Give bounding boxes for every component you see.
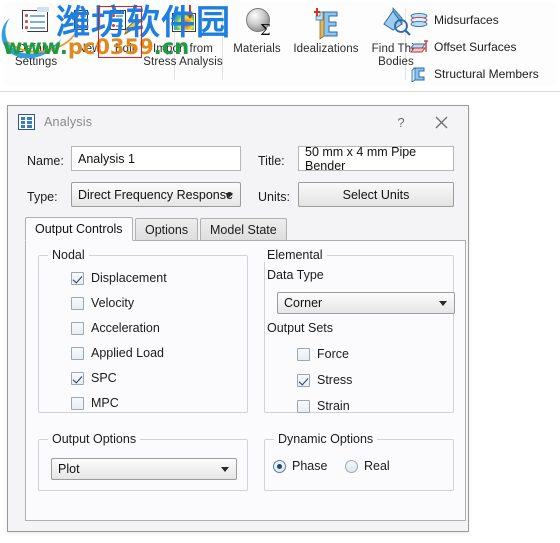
- checkbox-spc[interactable]: SPC: [71, 370, 117, 386]
- ribbon-label-idealizations: Idealizations: [293, 43, 359, 55]
- output-sets-label: Output Sets: [267, 321, 334, 335]
- dialog-title: Analysis: [44, 115, 93, 129]
- checkbox-acceleration-label: Acceleration: [91, 321, 160, 335]
- checkbox-displacement-label: Displacement: [91, 271, 167, 285]
- close-icon[interactable]: [428, 112, 454, 132]
- analysis-dialog: Analysis ? Name: Analysis 1 Title: 50 mm…: [7, 105, 469, 532]
- checkbox-velocity-box[interactable]: [71, 296, 84, 310]
- checkbox-applied-load-box[interactable]: [71, 346, 84, 360]
- checkbox-applied-load-label: Applied Load: [91, 346, 164, 360]
- ribbon-toolbar: Default Settings New Edit Import from St…: [0, 0, 560, 92]
- checkbox-force-label: Force: [317, 347, 349, 361]
- type-select[interactable]: Direct Frequency Response: [71, 182, 241, 207]
- tab-model-state[interactable]: Model State: [200, 218, 287, 240]
- checkbox-strain-label: Strain: [317, 399, 350, 413]
- checkbox-strain[interactable]: Strain: [297, 398, 350, 414]
- materials-sphere-icon: Σ: [240, 6, 274, 40]
- midsurfaces-label: Midsurfaces: [434, 13, 499, 27]
- ribbon-label-new: New: [77, 43, 101, 55]
- type-label: Type:: [27, 190, 58, 204]
- checkbox-mpc[interactable]: MPC: [71, 395, 119, 411]
- checkbox-velocity-label: Velocity: [91, 296, 135, 310]
- output-options-select-value: Plot: [58, 462, 80, 476]
- offset-surfaces-icon: [410, 39, 428, 55]
- structural-members-icon: [410, 66, 428, 83]
- ribbon-button-idealizations[interactable]: Idealizations: [288, 2, 364, 56]
- ribbon-button-offset-surfaces[interactable]: Offset Surfaces: [410, 36, 516, 58]
- checkbox-displacement-box[interactable]: [71, 271, 84, 285]
- checkbox-mpc-label: MPC: [91, 396, 119, 410]
- radio-phase-ring[interactable]: [273, 459, 286, 473]
- ribbon-label-materials: Materials: [233, 43, 281, 55]
- output-options-select[interactable]: Plot: [51, 458, 237, 480]
- units-label: Units:: [258, 190, 290, 204]
- checkbox-spc-box[interactable]: [71, 371, 84, 385]
- ribbon-label-import: Import from Stress Analysis: [143, 43, 223, 68]
- elemental-group: Elemental Data Type Corner Output Sets F…: [263, 248, 455, 414]
- import-contour-icon: [166, 5, 200, 40]
- checklist-icon: [19, 6, 53, 40]
- ribbon-button-import-from-stress-analysis[interactable]: Import from Stress Analysis: [137, 2, 229, 69]
- output-options-caption: Output Options: [48, 432, 141, 446]
- checkbox-acceleration[interactable]: Acceleration: [71, 320, 160, 336]
- chevron-down-icon: [439, 301, 447, 306]
- tab-options[interactable]: Options: [135, 218, 199, 240]
- dialog-body: Name: Analysis 1 Title: 50 mm x 4 mm Pip…: [8, 138, 468, 531]
- dialog-titlebar: Analysis ?: [8, 106, 468, 138]
- dynamic-options-group: Dynamic Options Phase Real: [264, 432, 454, 491]
- checkbox-stress-box[interactable]: [297, 373, 310, 387]
- data-type-select-value: Corner: [284, 296, 323, 310]
- idealizations-icon: [309, 6, 343, 40]
- name-label: Name:: [27, 154, 64, 168]
- chevron-down-icon: [221, 467, 229, 472]
- midsurfaces-icon: [410, 12, 428, 28]
- checkbox-spc-label: SPC: [91, 371, 117, 385]
- tab-output-controls[interactable]: Output Controls: [25, 217, 133, 241]
- radio-phase-label: Phase: [292, 459, 328, 473]
- checkbox-strain-box[interactable]: [297, 399, 310, 413]
- output-options-group: Output Options Plot: [38, 432, 248, 491]
- data-type-select[interactable]: Corner: [277, 292, 455, 314]
- checkbox-displacement[interactable]: Displacement: [71, 270, 167, 286]
- tabstrip: Output Controls Options Model State: [25, 217, 466, 241]
- checkbox-force-box[interactable]: [297, 347, 310, 361]
- ribbon-label-edit: Edit: [114, 43, 136, 55]
- checkbox-force[interactable]: Force: [297, 346, 349, 362]
- analysis-grid-icon: [18, 114, 35, 130]
- checkbox-velocity[interactable]: Velocity: [71, 295, 134, 311]
- nodal-group: Nodal Displacement Velocity Acceleration: [38, 248, 248, 413]
- name-input[interactable]: Analysis 1: [71, 146, 241, 171]
- title-label: Title:: [258, 154, 285, 168]
- screen: Default Settings New Edit Import from St…: [0, 0, 560, 543]
- title-input[interactable]: 50 mm x 4 mm Pipe Bender: [298, 145, 454, 173]
- ribbon-inner: Default Settings New Edit Import from St…: [4, 2, 556, 86]
- checkbox-applied-load[interactable]: Applied Load: [71, 345, 164, 361]
- ribbon-button-midsurfaces[interactable]: Midsurfaces: [410, 9, 499, 31]
- checkbox-stress-label: Stress: [317, 373, 353, 387]
- find-thin-bodies-icon: [379, 6, 413, 40]
- data-type-label: Data Type: [267, 268, 324, 282]
- tab-panel-output-controls: Nodal Displacement Velocity Acceleration: [25, 240, 466, 521]
- ribbon-label-default-settings: Default Settings: [14, 43, 58, 68]
- select-units-button[interactable]: Select Units: [298, 182, 454, 207]
- nodal-group-caption: Nodal: [48, 248, 89, 262]
- help-button[interactable]: ?: [388, 112, 414, 132]
- structural-members-label: Structural Members: [434, 67, 539, 81]
- elemental-group-caption: Elemental: [263, 248, 327, 262]
- chevron-down-icon: [225, 192, 233, 198]
- radio-real[interactable]: Real: [345, 458, 390, 474]
- radio-real-label: Real: [364, 459, 390, 473]
- radio-phase[interactable]: Phase: [273, 458, 327, 474]
- checkbox-stress[interactable]: Stress: [297, 372, 352, 388]
- offset-surfaces-label: Offset Surfaces: [434, 40, 517, 54]
- dynamic-options-caption: Dynamic Options: [274, 432, 378, 446]
- ribbon-button-materials[interactable]: Σ Materials: [226, 2, 288, 56]
- ribbon-button-default-settings[interactable]: Default Settings: [0, 2, 72, 69]
- checkbox-acceleration-box[interactable]: [71, 321, 84, 335]
- radio-real-ring[interactable]: [345, 459, 358, 473]
- type-select-value: Direct Frequency Response: [78, 187, 233, 202]
- ribbon-button-structural-members[interactable]: Structural Members: [410, 63, 539, 85]
- checkbox-mpc-box[interactable]: [71, 396, 84, 410]
